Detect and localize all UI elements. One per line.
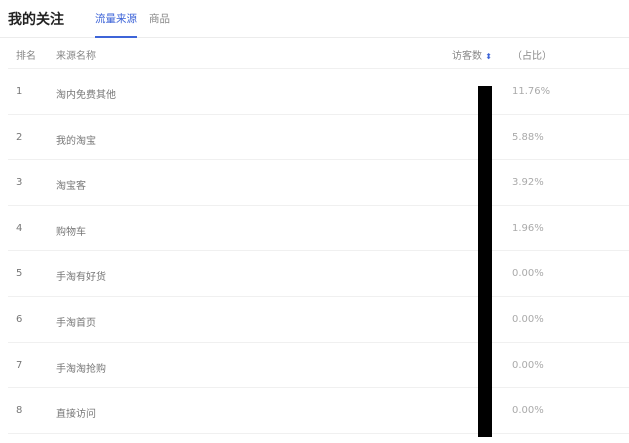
table-header: 排名 来源名称 访客数 ⬍ （占比） — [8, 38, 629, 69]
table-row[interactable]: 1 淘内免费其他 11.76% — [8, 69, 629, 115]
table-row[interactable]: 5 手淘有好货 0.00% — [8, 251, 629, 297]
table-row[interactable]: 2 我的淘宝 5.88% — [8, 115, 629, 161]
rank-cell: 5 — [16, 268, 23, 280]
source-cell: 淘宝客 — [56, 181, 86, 193]
rank-cell: 2 — [16, 131, 23, 143]
rank-cell: 1 — [16, 86, 23, 97]
source-cell: 手淘有好货 — [56, 272, 106, 284]
share-cell: 0.00% — [512, 314, 544, 325]
column-source: 来源名称 — [56, 51, 96, 62]
column-rank: 排名 — [16, 51, 36, 62]
table-row[interactable]: 3 淘宝客 3.92% — [8, 160, 629, 206]
redaction-bar — [478, 86, 492, 437]
tab-traffic-source[interactable]: 流量来源 — [95, 11, 137, 38]
rank-cell: 7 — [16, 359, 23, 371]
column-visitors[interactable]: 访客数 ⬍ — [452, 47, 492, 62]
column-share: （占比） — [512, 51, 552, 62]
table-row[interactable]: 6 手淘首页 0.00% — [8, 297, 629, 343]
table-row[interactable]: 7 手淘淘抢购 0.00% — [8, 343, 629, 389]
rank-cell: 4 — [16, 222, 23, 234]
source-cell: 手淘首页 — [56, 318, 96, 329]
sort-icon[interactable]: ⬍ — [485, 52, 492, 61]
share-cell: 0.00% — [512, 268, 544, 280]
share-cell: 0.00% — [512, 359, 544, 371]
rank-cell: 8 — [16, 405, 23, 417]
column-visitors-label: 访客数 — [452, 51, 482, 62]
source-cell: 手淘淘抢购 — [56, 363, 106, 375]
table-row[interactable]: 4 购物车 1.96% — [8, 206, 629, 252]
share-cell: 0.00% — [512, 405, 544, 417]
page-title: 我的关注 — [8, 12, 64, 28]
tab-products[interactable]: 商品 — [149, 11, 170, 26]
share-cell: 5.88% — [512, 131, 544, 143]
rank-cell: 6 — [16, 314, 23, 325]
source-cell: 淘内免费其他 — [56, 90, 116, 101]
source-cell: 直接访问 — [56, 409, 96, 421]
share-cell: 3.92% — [512, 177, 544, 189]
source-cell: 我的淘宝 — [56, 135, 96, 147]
top-bar: 我的关注 流量来源 商品 — [0, 0, 629, 38]
share-cell: 1.96% — [512, 222, 544, 234]
source-cell: 购物车 — [56, 226, 86, 238]
rank-cell: 3 — [16, 177, 23, 189]
share-cell: 11.76% — [512, 86, 551, 97]
table-row[interactable]: 8 直接访问 0.00% — [8, 388, 629, 434]
